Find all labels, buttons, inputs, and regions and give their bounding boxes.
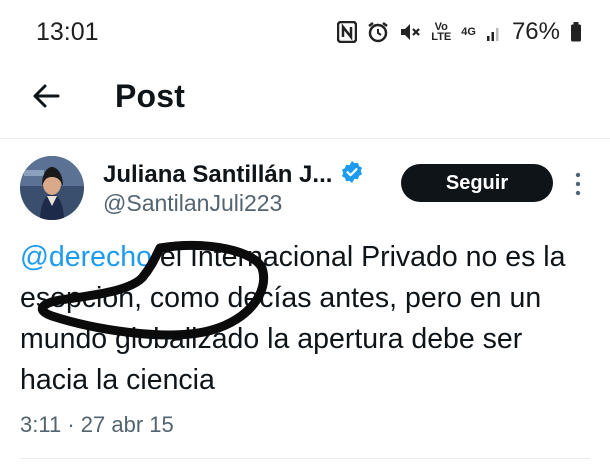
tweet-time: 3:11 [20,412,62,437]
top-bar: Post [0,70,610,130]
alarm-icon [367,21,389,43]
status-icons: Vo LTE 4G 76% [337,18,582,46]
author-handle[interactable]: @SantilanJuli223 [103,190,282,217]
meta-separator: · [67,412,75,437]
battery-percent: 76% [511,18,560,45]
back-arrow-icon[interactable] [28,76,68,116]
bottom-divider [20,458,590,459]
header-divider [0,138,610,139]
author-row: Juliana Santillán J... [103,160,364,189]
volte-icon: Vo LTE [431,21,452,43]
status-bar: 13:01 Vo LTE 4G 76% [0,0,610,66]
tweet-timestamp[interactable]: 3:11 · 27 abr 15 [20,412,174,438]
mention-link[interactable]: @derecho [20,241,152,273]
battery-icon [570,22,582,42]
signal-icon [486,22,502,42]
mute-icon [399,21,421,43]
nfc-icon [337,21,358,43]
4g-icon: 4G [461,26,476,38]
more-options-icon[interactable] [570,170,586,198]
tweet-text: @derecho el Internacional Privado no es … [20,237,595,401]
author-name[interactable]: Juliana Santillán J... [103,161,332,189]
status-time: 13:01 [36,18,99,46]
page-title: Post [115,78,186,114]
follow-button[interactable]: Seguir [401,164,553,202]
tweet-date: 27 abr 15 [80,412,174,437]
verified-badge-icon [340,160,364,189]
avatar[interactable] [20,156,84,220]
network-label: 4G [461,26,476,38]
